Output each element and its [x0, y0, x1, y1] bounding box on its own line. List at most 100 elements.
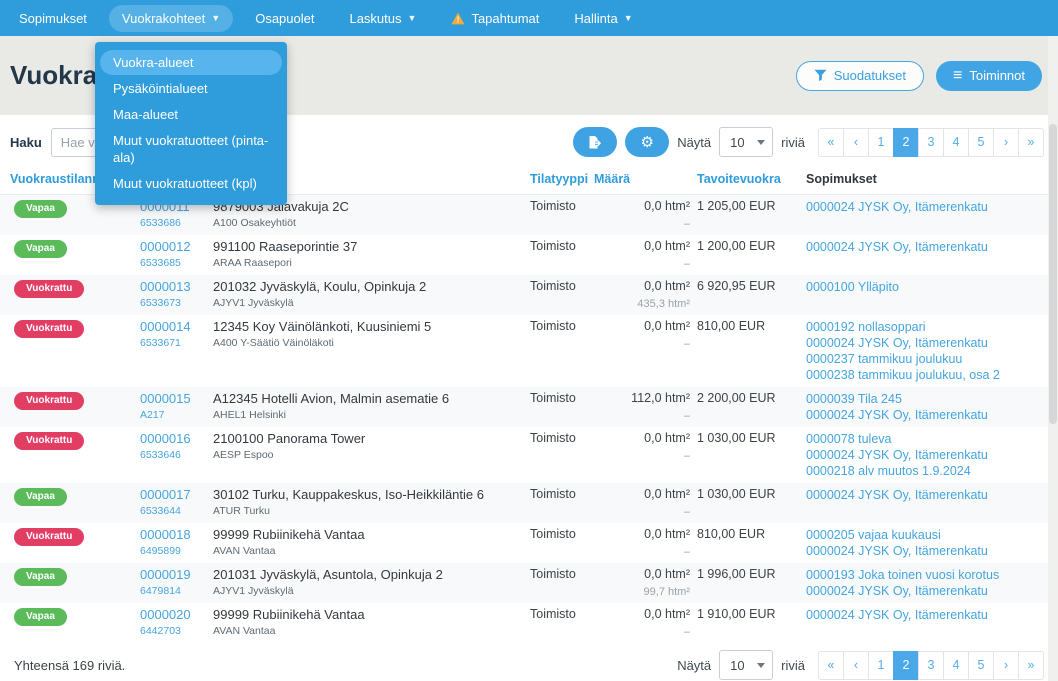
rental-code-link[interactable]: 6533646	[140, 450, 213, 461]
rental-code-link[interactable]: 6533671	[140, 338, 213, 349]
page-button[interactable]: 3	[918, 651, 944, 680]
chevron-down-icon: ▼	[211, 14, 220, 23]
nav-item-osapuolet[interactable]: Osapuolet	[242, 5, 327, 32]
table-row: Vapaa 0000012 6533685 991100 Raaseporint…	[0, 235, 1058, 275]
page-button[interactable]: 2	[893, 128, 919, 157]
contract-link[interactable]: 0000024 JYSK Oy, Itämerenkatu	[806, 487, 1058, 503]
contract-link[interactable]: 0000024 JYSK Oy, Itämerenkatu	[806, 407, 1058, 423]
rental-id-link[interactable]: 0000016	[140, 431, 213, 446]
contract-link[interactable]: 0000237 tammikuu joulukuu	[806, 351, 1058, 367]
page-button[interactable]: ›	[993, 128, 1019, 157]
contract-link[interactable]: 0000039 Tila 245	[806, 391, 1058, 407]
page-button[interactable]: 4	[943, 651, 969, 680]
contract-link[interactable]: 0000024 JYSK Oy, Itämerenkatu	[806, 543, 1058, 559]
rental-id-link[interactable]: 0000012	[140, 239, 213, 254]
dropdown-item-muut-vuokratuotteet-pinta-ala[interactable]: Muut vuokratuotteet (pinta-ala)	[100, 128, 282, 170]
contract-link[interactable]: 0000238 tammikuu joulukuu, osa 2	[806, 367, 1058, 383]
nav-item-sopimukset[interactable]: Sopimukset	[6, 5, 100, 32]
rental-id-link[interactable]: 0000020	[140, 607, 213, 622]
nav-item-label: Tapahtumat	[471, 11, 539, 26]
rental-code-link[interactable]: 6533644	[140, 506, 213, 517]
dropdown-item-pysakointialueet[interactable]: Pysäköintialueet	[100, 76, 282, 101]
rental-subname: AVAN Vantaa	[213, 626, 530, 637]
contract-link[interactable]: 0000024 JYSK Oy, Itämerenkatu	[806, 607, 1058, 623]
column-header-tavoitevuokra[interactable]: Tavoitevuokra	[690, 171, 806, 188]
rental-code-link[interactable]: 6533686	[140, 218, 213, 229]
rental-id-link[interactable]: 0000013	[140, 279, 213, 294]
target-rent: 810,00 EUR	[697, 319, 765, 333]
contract-link[interactable]: 0000193 Joka toinen vuosi korotus	[806, 567, 1058, 583]
page-size-select[interactable]: 10	[719, 127, 773, 157]
page-button[interactable]: ‹	[843, 651, 869, 680]
dropdown-item-muut-vuokratuotteet-kpl[interactable]: Muut vuokratuotteet (kpl)	[100, 171, 282, 196]
contracts-cell: 0000100 Ylläpito	[806, 279, 1058, 311]
rental-id-link[interactable]: 0000019	[140, 567, 213, 582]
nav-item-hallinta[interactable]: Hallinta▼	[561, 5, 645, 32]
nav-item-tapahtumat[interactable]: ! Tapahtumat	[438, 5, 552, 32]
page-button[interactable]: 2	[893, 651, 919, 680]
contract-link[interactable]: 0000024 JYSK Oy, Itämerenkatu	[806, 335, 1058, 351]
rental-id-link[interactable]: 0000018	[140, 527, 213, 542]
page-button[interactable]: 4	[943, 128, 969, 157]
contract-link[interactable]: 0000024 JYSK Oy, Itämerenkatu	[806, 239, 1058, 255]
contract-link[interactable]: 0000024 JYSK Oy, Itämerenkatu	[806, 199, 1058, 215]
status-badge: Vuokrattu	[14, 432, 84, 450]
amount-primary: 0,0 htm²	[594, 431, 690, 446]
page-button[interactable]: 1	[868, 128, 894, 157]
contract-link[interactable]: 0000192 nollasoppari	[806, 319, 1058, 335]
amount-primary: 0,0 htm²	[594, 487, 690, 502]
table-row: Vuokrattu 0000016 6533646 2100100 Panora…	[0, 427, 1058, 483]
contract-link[interactable]: 0000024 JYSK Oy, Itämerenkatu	[806, 583, 1058, 599]
rental-code-link[interactable]: 6533685	[140, 258, 213, 269]
contract-link[interactable]: 0000218 alv muutos 1.9.2024	[806, 463, 1058, 479]
actions-button[interactable]: ≡ Toiminnot	[936, 61, 1042, 91]
page-button[interactable]: 5	[968, 128, 994, 157]
nav-item-vuokrakohteet[interactable]: Vuokrakohteet▼	[109, 5, 233, 32]
page-size-select-bottom[interactable]: 10	[719, 650, 773, 680]
page-button[interactable]: 5	[968, 651, 994, 680]
scrollbar-thumb[interactable]	[1049, 124, 1057, 424]
settings-button[interactable]: ⚙	[625, 127, 669, 157]
rental-code-link[interactable]: 6495899	[140, 546, 213, 557]
page-button[interactable]: 3	[918, 128, 944, 157]
contract-link[interactable]: 0000205 vajaa kuukausi	[806, 527, 1058, 543]
page-button[interactable]: »	[1018, 128, 1044, 157]
dropdown-item-vuokra-alueet[interactable]: Vuokra-alueet	[100, 50, 282, 75]
rental-id-link[interactable]: 0000015	[140, 391, 213, 406]
contract-link[interactable]: 0000078 tuleva	[806, 431, 1058, 447]
amount-primary: 0,0 htm²	[594, 279, 690, 294]
table-row: Vuokrattu 0000013 6533673 201032 Jyväsky…	[0, 275, 1058, 315]
vuokrakohteet-dropdown-menu: Vuokra-alueet Pysäköintialueet Maa-aluee…	[95, 42, 287, 205]
page-button[interactable]: ‹	[843, 128, 869, 157]
rental-code-link[interactable]: 6442703	[140, 626, 213, 637]
rental-code-link[interactable]: 6479814	[140, 586, 213, 597]
space-type: Toimisto	[530, 527, 576, 541]
page-button[interactable]: «	[818, 128, 844, 157]
page-size-label: Näytä	[677, 658, 711, 673]
filters-button[interactable]: Suodatukset	[796, 61, 924, 91]
status-badge: Vuokrattu	[14, 280, 84, 298]
page-button[interactable]: 1	[868, 651, 894, 680]
column-header-tilatyyppi[interactable]: Tilatyyppi	[530, 171, 594, 188]
rental-id-link[interactable]: 0000014	[140, 319, 213, 334]
amount-secondary: –	[594, 507, 690, 518]
rental-code-link[interactable]: 6533673	[140, 298, 213, 309]
target-rent: 2 200,00 EUR	[697, 391, 776, 405]
chevron-down-icon: ▼	[408, 14, 417, 23]
contracts-cell: 0000193 Joka toinen vuosi korotus0000024…	[806, 567, 1058, 599]
column-header-maara[interactable]: Määrä	[594, 171, 690, 188]
contracts-cell: 0000024 JYSK Oy, Itämerenkatu	[806, 487, 1058, 519]
page-button[interactable]: «	[818, 651, 844, 680]
page-button[interactable]: »	[1018, 651, 1044, 680]
page-button[interactable]: ›	[993, 651, 1019, 680]
table-row: Vapaa 0000019 6479814 201031 Jyväskylä, …	[0, 563, 1058, 603]
pagination-bottom: «‹12345›»	[818, 651, 1044, 680]
nav-item-label: Laskutus	[349, 11, 401, 26]
contract-link[interactable]: 0000024 JYSK Oy, Itämerenkatu	[806, 447, 1058, 463]
nav-item-laskutus[interactable]: Laskutus ▼	[336, 5, 429, 32]
contract-link[interactable]: 0000100 Ylläpito	[806, 279, 1058, 295]
export-button[interactable]	[573, 127, 617, 157]
rental-id-link[interactable]: 0000017	[140, 487, 213, 502]
rental-code-link[interactable]: A217	[140, 410, 213, 421]
dropdown-item-maa-alueet[interactable]: Maa-alueet	[100, 102, 282, 127]
